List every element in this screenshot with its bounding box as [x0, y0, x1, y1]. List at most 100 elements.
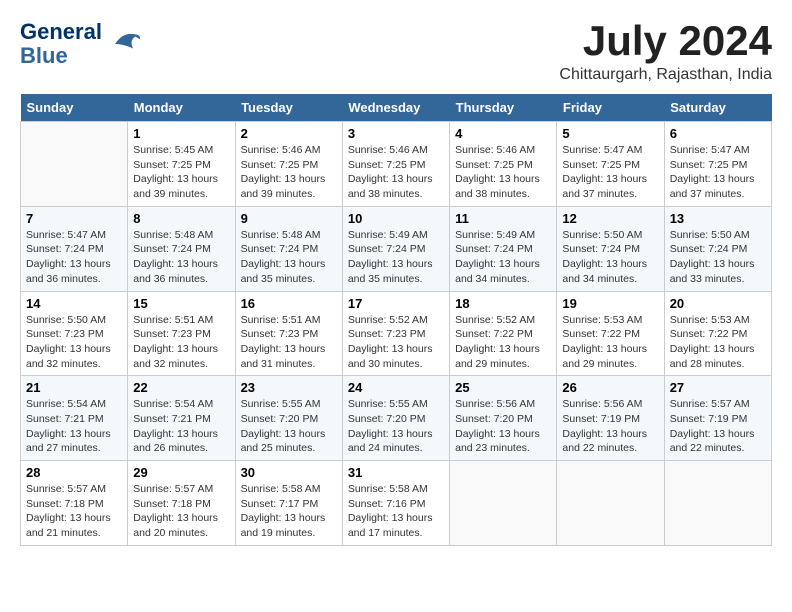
day-number: 31 [348, 465, 444, 480]
day-info: Sunrise: 5:57 AMSunset: 7:18 PMDaylight:… [26, 482, 122, 541]
calendar-week-row: 1 Sunrise: 5:45 AMSunset: 7:25 PMDaylight… [21, 122, 772, 207]
day-number: 21 [26, 380, 122, 395]
column-header-thursday: Thursday [450, 94, 557, 122]
calendar-cell: 2 Sunrise: 5:46 AMSunset: 7:25 PMDaylight… [235, 122, 342, 207]
day-info: Sunrise: 5:53 AMSunset: 7:22 PMDaylight:… [562, 313, 658, 372]
day-info: Sunrise: 5:50 AMSunset: 7:24 PMDaylight:… [670, 228, 766, 287]
day-number: 16 [241, 296, 337, 311]
day-number: 10 [348, 211, 444, 226]
column-header-monday: Monday [128, 94, 235, 122]
day-number: 6 [670, 126, 766, 141]
calendar-week-row: 21 Sunrise: 5:54 AMSunset: 7:21 PMDayligh… [21, 376, 772, 461]
day-info: Sunrise: 5:55 AMSunset: 7:20 PMDaylight:… [348, 397, 444, 456]
day-info: Sunrise: 5:47 AMSunset: 7:24 PMDaylight:… [26, 228, 122, 287]
day-number: 25 [455, 380, 551, 395]
column-header-wednesday: Wednesday [342, 94, 449, 122]
calendar-cell: 27Sunrise: 5:57 AMSunset: 7:19 PMDayligh… [664, 376, 771, 461]
day-number: 24 [348, 380, 444, 395]
day-number: 2 [241, 126, 337, 141]
day-info: Sunrise: 5:51 AMSunset: 7:23 PMDaylight:… [133, 313, 229, 372]
day-number: 5 [562, 126, 658, 141]
calendar-cell: 26 Sunrise: 5:56 AMSunset: 7:19 PMDayligh… [557, 376, 664, 461]
calendar-cell: 20 Sunrise: 5:53 AMSunset: 7:22 PMDayligh… [664, 291, 771, 376]
day-number: 9 [241, 211, 337, 226]
calendar-cell: 8 Sunrise: 5:48 AMSunset: 7:24 PMDaylight… [128, 206, 235, 291]
calendar-cell: 24 Sunrise: 5:55 AMSunset: 7:20 PMDayligh… [342, 376, 449, 461]
column-header-sunday: Sunday [21, 94, 128, 122]
calendar-cell: 5 Sunrise: 5:47 AMSunset: 7:25 PMDaylight… [557, 122, 664, 207]
day-number: 23 [241, 380, 337, 395]
day-number: 7 [26, 211, 122, 226]
calendar-cell: 21Sunrise: 5:54 AMSunset: 7:21 PMDayligh… [21, 376, 128, 461]
calendar-cell: 29 Sunrise: 5:57 AMSunset: 7:18 PMDayligh… [128, 461, 235, 546]
calendar-cell: 18Sunrise: 5:52 AMSunset: 7:22 PMDayligh… [450, 291, 557, 376]
calendar-cell: 30Sunrise: 5:58 AMSunset: 7:17 PMDayligh… [235, 461, 342, 546]
logo: General Blue [20, 20, 142, 68]
day-info: Sunrise: 5:57 AMSunset: 7:18 PMDaylight:… [133, 482, 229, 541]
logo-bird-icon [106, 26, 142, 62]
day-info: Sunrise: 5:53 AMSunset: 7:22 PMDaylight:… [670, 313, 766, 372]
day-info: Sunrise: 5:54 AMSunset: 7:21 PMDaylight:… [133, 397, 229, 456]
day-number: 14 [26, 296, 122, 311]
day-info: Sunrise: 5:49 AMSunset: 7:24 PMDaylight:… [455, 228, 551, 287]
calendar-cell: 13Sunrise: 5:50 AMSunset: 7:24 PMDayligh… [664, 206, 771, 291]
location: Chittaurgarh, Rajasthan, India [559, 66, 772, 84]
column-header-friday: Friday [557, 94, 664, 122]
calendar-week-row: 28Sunrise: 5:57 AMSunset: 7:18 PMDayligh… [21, 461, 772, 546]
day-info: Sunrise: 5:48 AMSunset: 7:24 PMDaylight:… [241, 228, 337, 287]
day-info: Sunrise: 5:50 AMSunset: 7:24 PMDaylight:… [562, 228, 658, 287]
day-number: 1 [133, 126, 229, 141]
calendar-cell: 1 Sunrise: 5:45 AMSunset: 7:25 PMDaylight… [128, 122, 235, 207]
column-header-saturday: Saturday [664, 94, 771, 122]
calendar-cell: 31 Sunrise: 5:58 AMSunset: 7:16 PMDayligh… [342, 461, 449, 546]
calendar-cell: 19 Sunrise: 5:53 AMSunset: 7:22 PMDayligh… [557, 291, 664, 376]
day-info: Sunrise: 5:50 AMSunset: 7:23 PMDaylight:… [26, 313, 122, 372]
day-number: 29 [133, 465, 229, 480]
column-header-tuesday: Tuesday [235, 94, 342, 122]
day-number: 3 [348, 126, 444, 141]
day-number: 4 [455, 126, 551, 141]
calendar-cell: 15Sunrise: 5:51 AMSunset: 7:23 PMDayligh… [128, 291, 235, 376]
day-info: Sunrise: 5:46 AMSunset: 7:25 PMDaylight:… [348, 143, 444, 202]
day-number: 12 [562, 211, 658, 226]
day-info: Sunrise: 5:49 AMSunset: 7:24 PMDaylight:… [348, 228, 444, 287]
calendar-week-row: 7 Sunrise: 5:47 AMSunset: 7:24 PMDaylight… [21, 206, 772, 291]
day-number: 27 [670, 380, 766, 395]
day-info: Sunrise: 5:46 AMSunset: 7:25 PMDaylight:… [455, 143, 551, 202]
logo-text: General Blue [20, 20, 102, 68]
calendar-cell: 4 Sunrise: 5:46 AMSunset: 7:25 PMDaylight… [450, 122, 557, 207]
day-info: Sunrise: 5:58 AMSunset: 7:16 PMDaylight:… [348, 482, 444, 541]
calendar-cell: 9 Sunrise: 5:48 AMSunset: 7:24 PMDaylight… [235, 206, 342, 291]
calendar-cell: 22Sunrise: 5:54 AMSunset: 7:21 PMDayligh… [128, 376, 235, 461]
month-title: July 2024 [559, 20, 772, 62]
day-info: Sunrise: 5:47 AMSunset: 7:25 PMDaylight:… [562, 143, 658, 202]
calendar-cell: 11 Sunrise: 5:49 AMSunset: 7:24 PMDayligh… [450, 206, 557, 291]
day-info: Sunrise: 5:48 AMSunset: 7:24 PMDaylight:… [133, 228, 229, 287]
calendar-cell [21, 122, 128, 207]
calendar-week-row: 14 Sunrise: 5:50 AMSunset: 7:23 PMDayligh… [21, 291, 772, 376]
day-number: 17 [348, 296, 444, 311]
calendar-cell: 14 Sunrise: 5:50 AMSunset: 7:23 PMDayligh… [21, 291, 128, 376]
calendar-cell: 10 Sunrise: 5:49 AMSunset: 7:24 PMDayligh… [342, 206, 449, 291]
day-number: 11 [455, 211, 551, 226]
day-info: Sunrise: 5:51 AMSunset: 7:23 PMDaylight:… [241, 313, 337, 372]
day-info: Sunrise: 5:56 AMSunset: 7:19 PMDaylight:… [562, 397, 658, 456]
day-number: 20 [670, 296, 766, 311]
title-block: July 2024 Chittaurgarh, Rajasthan, India [559, 20, 772, 84]
day-info: Sunrise: 5:52 AMSunset: 7:22 PMDaylight:… [455, 313, 551, 372]
day-info: Sunrise: 5:45 AMSunset: 7:25 PMDaylight:… [133, 143, 229, 202]
calendar-table: SundayMondayTuesdayWednesdayThursdayFrid… [20, 94, 772, 546]
calendar-cell: 12 Sunrise: 5:50 AMSunset: 7:24 PMDayligh… [557, 206, 664, 291]
day-info: Sunrise: 5:47 AMSunset: 7:25 PMDaylight:… [670, 143, 766, 202]
calendar-cell [450, 461, 557, 546]
calendar-cell [557, 461, 664, 546]
calendar-cell: 16 Sunrise: 5:51 AMSunset: 7:23 PMDayligh… [235, 291, 342, 376]
calendar-cell: 6 Sunrise: 5:47 AMSunset: 7:25 PMDaylight… [664, 122, 771, 207]
day-info: Sunrise: 5:46 AMSunset: 7:25 PMDaylight:… [241, 143, 337, 202]
calendar-cell: 3 Sunrise: 5:46 AMSunset: 7:25 PMDaylight… [342, 122, 449, 207]
calendar-cell [664, 461, 771, 546]
calendar-cell: 7 Sunrise: 5:47 AMSunset: 7:24 PMDaylight… [21, 206, 128, 291]
day-number: 19 [562, 296, 658, 311]
day-number: 8 [133, 211, 229, 226]
day-number: 26 [562, 380, 658, 395]
